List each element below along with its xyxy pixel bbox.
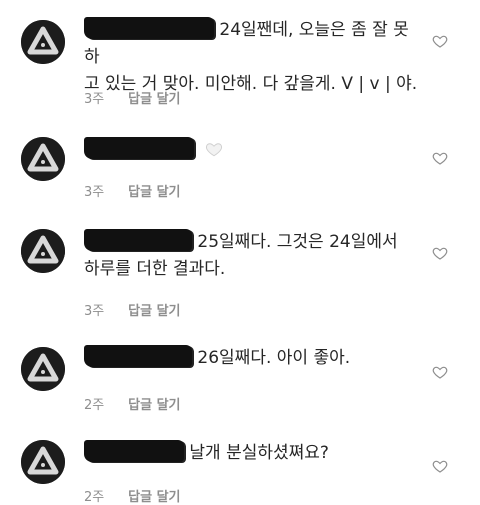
comment-meta: 3주 답글 달기 [84,88,181,107]
comment-meta: 3주 답글 달기 [84,181,181,200]
comment-body: 24일짼데, 오늘은 좀 잘 못 하 고 있는 거 맞아. 미안해. 다 갚을게… [84,17,429,98]
redacted-username [84,440,184,462]
comment-text-line1: 25일째다. 그것은 24일에서 [197,232,398,252]
avatar[interactable] [21,20,65,64]
avatar[interactable] [21,229,65,273]
comment-text-line2: 하루를 더한 결과다. [84,259,226,279]
comment-time: 3주 [84,185,105,200]
like-heart-icon[interactable] [432,245,448,261]
reply-button[interactable]: 답글 달기 [128,92,180,107]
comment-time: 3주 [84,92,105,107]
like-heart-icon[interactable] [432,364,448,380]
comment-text-line1: 26일째다. 아이 좋아. [197,348,351,368]
reply-button[interactable]: 답글 달기 [128,490,180,505]
reply-button[interactable]: 답글 달기 [128,185,180,200]
comment-time: 2주 [84,398,105,413]
comment-time: 2주 [84,490,105,505]
comment-body [84,137,429,164]
comment-text-line1: 날개 분실하셨쪄요? [189,443,329,463]
redacted-username [84,345,192,367]
reply-button[interactable]: 답글 달기 [128,304,180,319]
like-heart-icon[interactable] [432,458,448,474]
comment-body: 날개 분실하셨쪄요? [84,440,429,467]
comment-body: 25일째다. 그것은 24일에서 하루를 더한 결과다. [84,229,429,283]
reply-button[interactable]: 답글 달기 [128,398,180,413]
like-heart-icon[interactable] [432,150,448,166]
comment-meta: 2주 답글 달기 [84,486,181,505]
avatar[interactable] [21,137,65,181]
comment-time: 3주 [84,304,105,319]
avatar[interactable] [21,440,65,484]
avatar[interactable] [21,347,65,391]
redacted-username [84,17,214,39]
comment-body: 26일째다. 아이 좋아. [84,345,429,372]
redacted-username [84,137,194,159]
comment-meta: 3주 답글 달기 [84,300,181,319]
white-heart-emoji-icon [205,140,223,158]
like-heart-icon[interactable] [432,33,448,49]
redacted-username [84,229,192,251]
comment-meta: 2주 답글 달기 [84,394,181,413]
